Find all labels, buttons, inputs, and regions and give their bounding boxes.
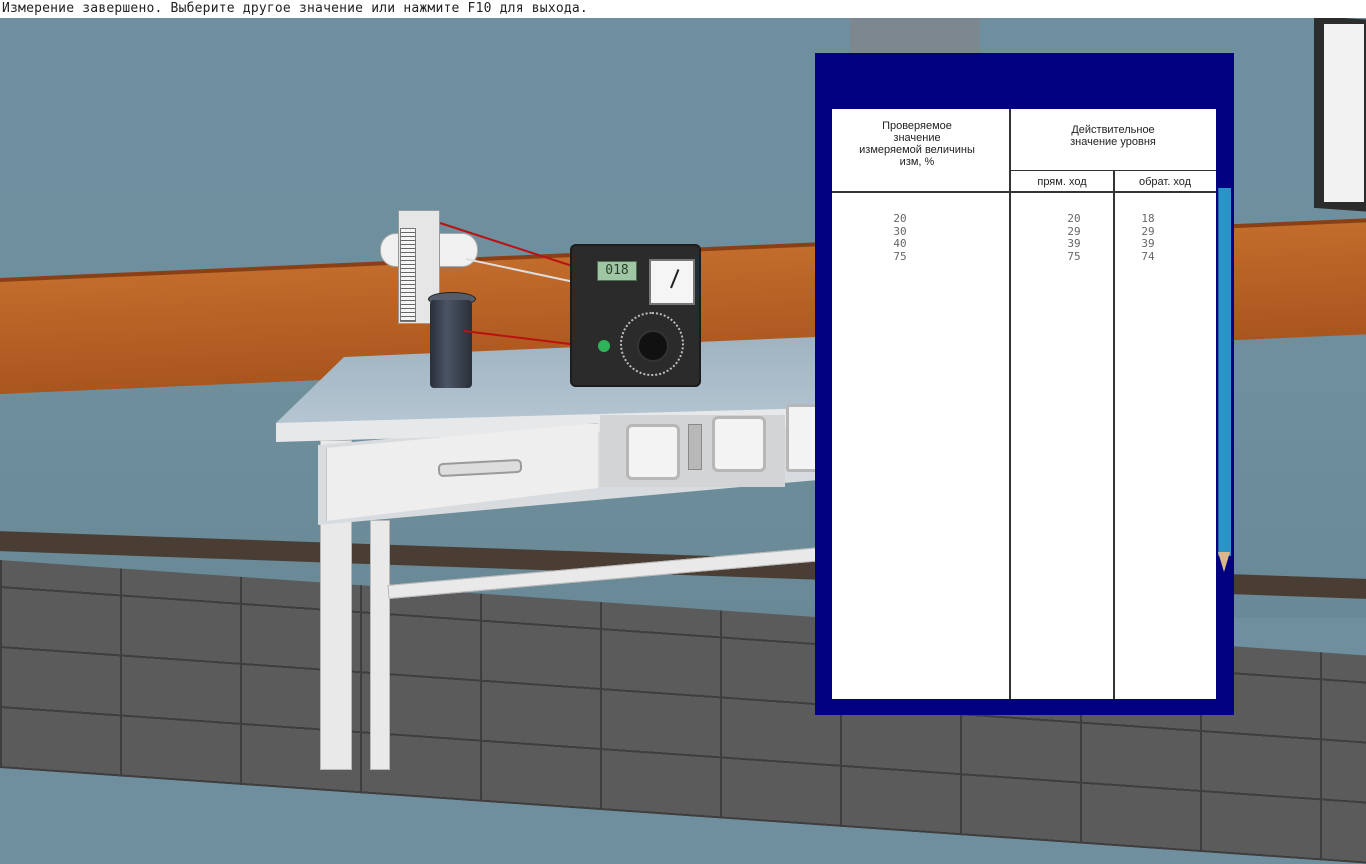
col-checked-values: 20 30 40 75	[850, 212, 950, 263]
table-leg-back	[370, 520, 390, 770]
panel-switch[interactable]	[688, 424, 702, 470]
wall-board-sheet	[1324, 24, 1364, 202]
table-cell: 74	[1141, 249, 1155, 263]
measuring-cylinder[interactable]	[430, 300, 472, 388]
power-socket-left[interactable]	[626, 424, 680, 480]
column-divider-1	[1009, 109, 1011, 699]
pencil-tip-icon	[1218, 552, 1230, 572]
table-cell: 75	[893, 249, 907, 263]
power-socket-right[interactable]	[712, 416, 766, 472]
table-header-line	[832, 191, 1216, 193]
pencil-icon[interactable]	[1218, 188, 1231, 556]
col-header-actual: Действительное значение уровня	[1070, 124, 1156, 148]
status-message: Измерение завершено. Выберите другое зна…	[2, 1, 588, 16]
table-cell: 40	[893, 237, 907, 250]
table-cell: 20	[893, 212, 907, 225]
device-display: 018	[597, 261, 637, 281]
journal-sheet	[832, 109, 1216, 699]
table-cell: 18	[1141, 212, 1155, 225]
subheader-backward: обрат. ход	[1138, 176, 1191, 188]
table-cell: 39	[1141, 237, 1155, 250]
col-backward-values: 18 29 39 74	[1098, 212, 1198, 263]
adjust-knob[interactable]	[637, 330, 669, 362]
level-ruler	[400, 228, 416, 322]
power-led[interactable]	[598, 340, 610, 352]
col-header-checked: Проверяемое значение измеряемой величины…	[859, 120, 975, 168]
wall-pillar	[850, 18, 980, 58]
status-bar: Измерение завершено. Выберите другое зна…	[0, 0, 1366, 18]
subheader-forward: прям. ход	[1037, 176, 1087, 188]
